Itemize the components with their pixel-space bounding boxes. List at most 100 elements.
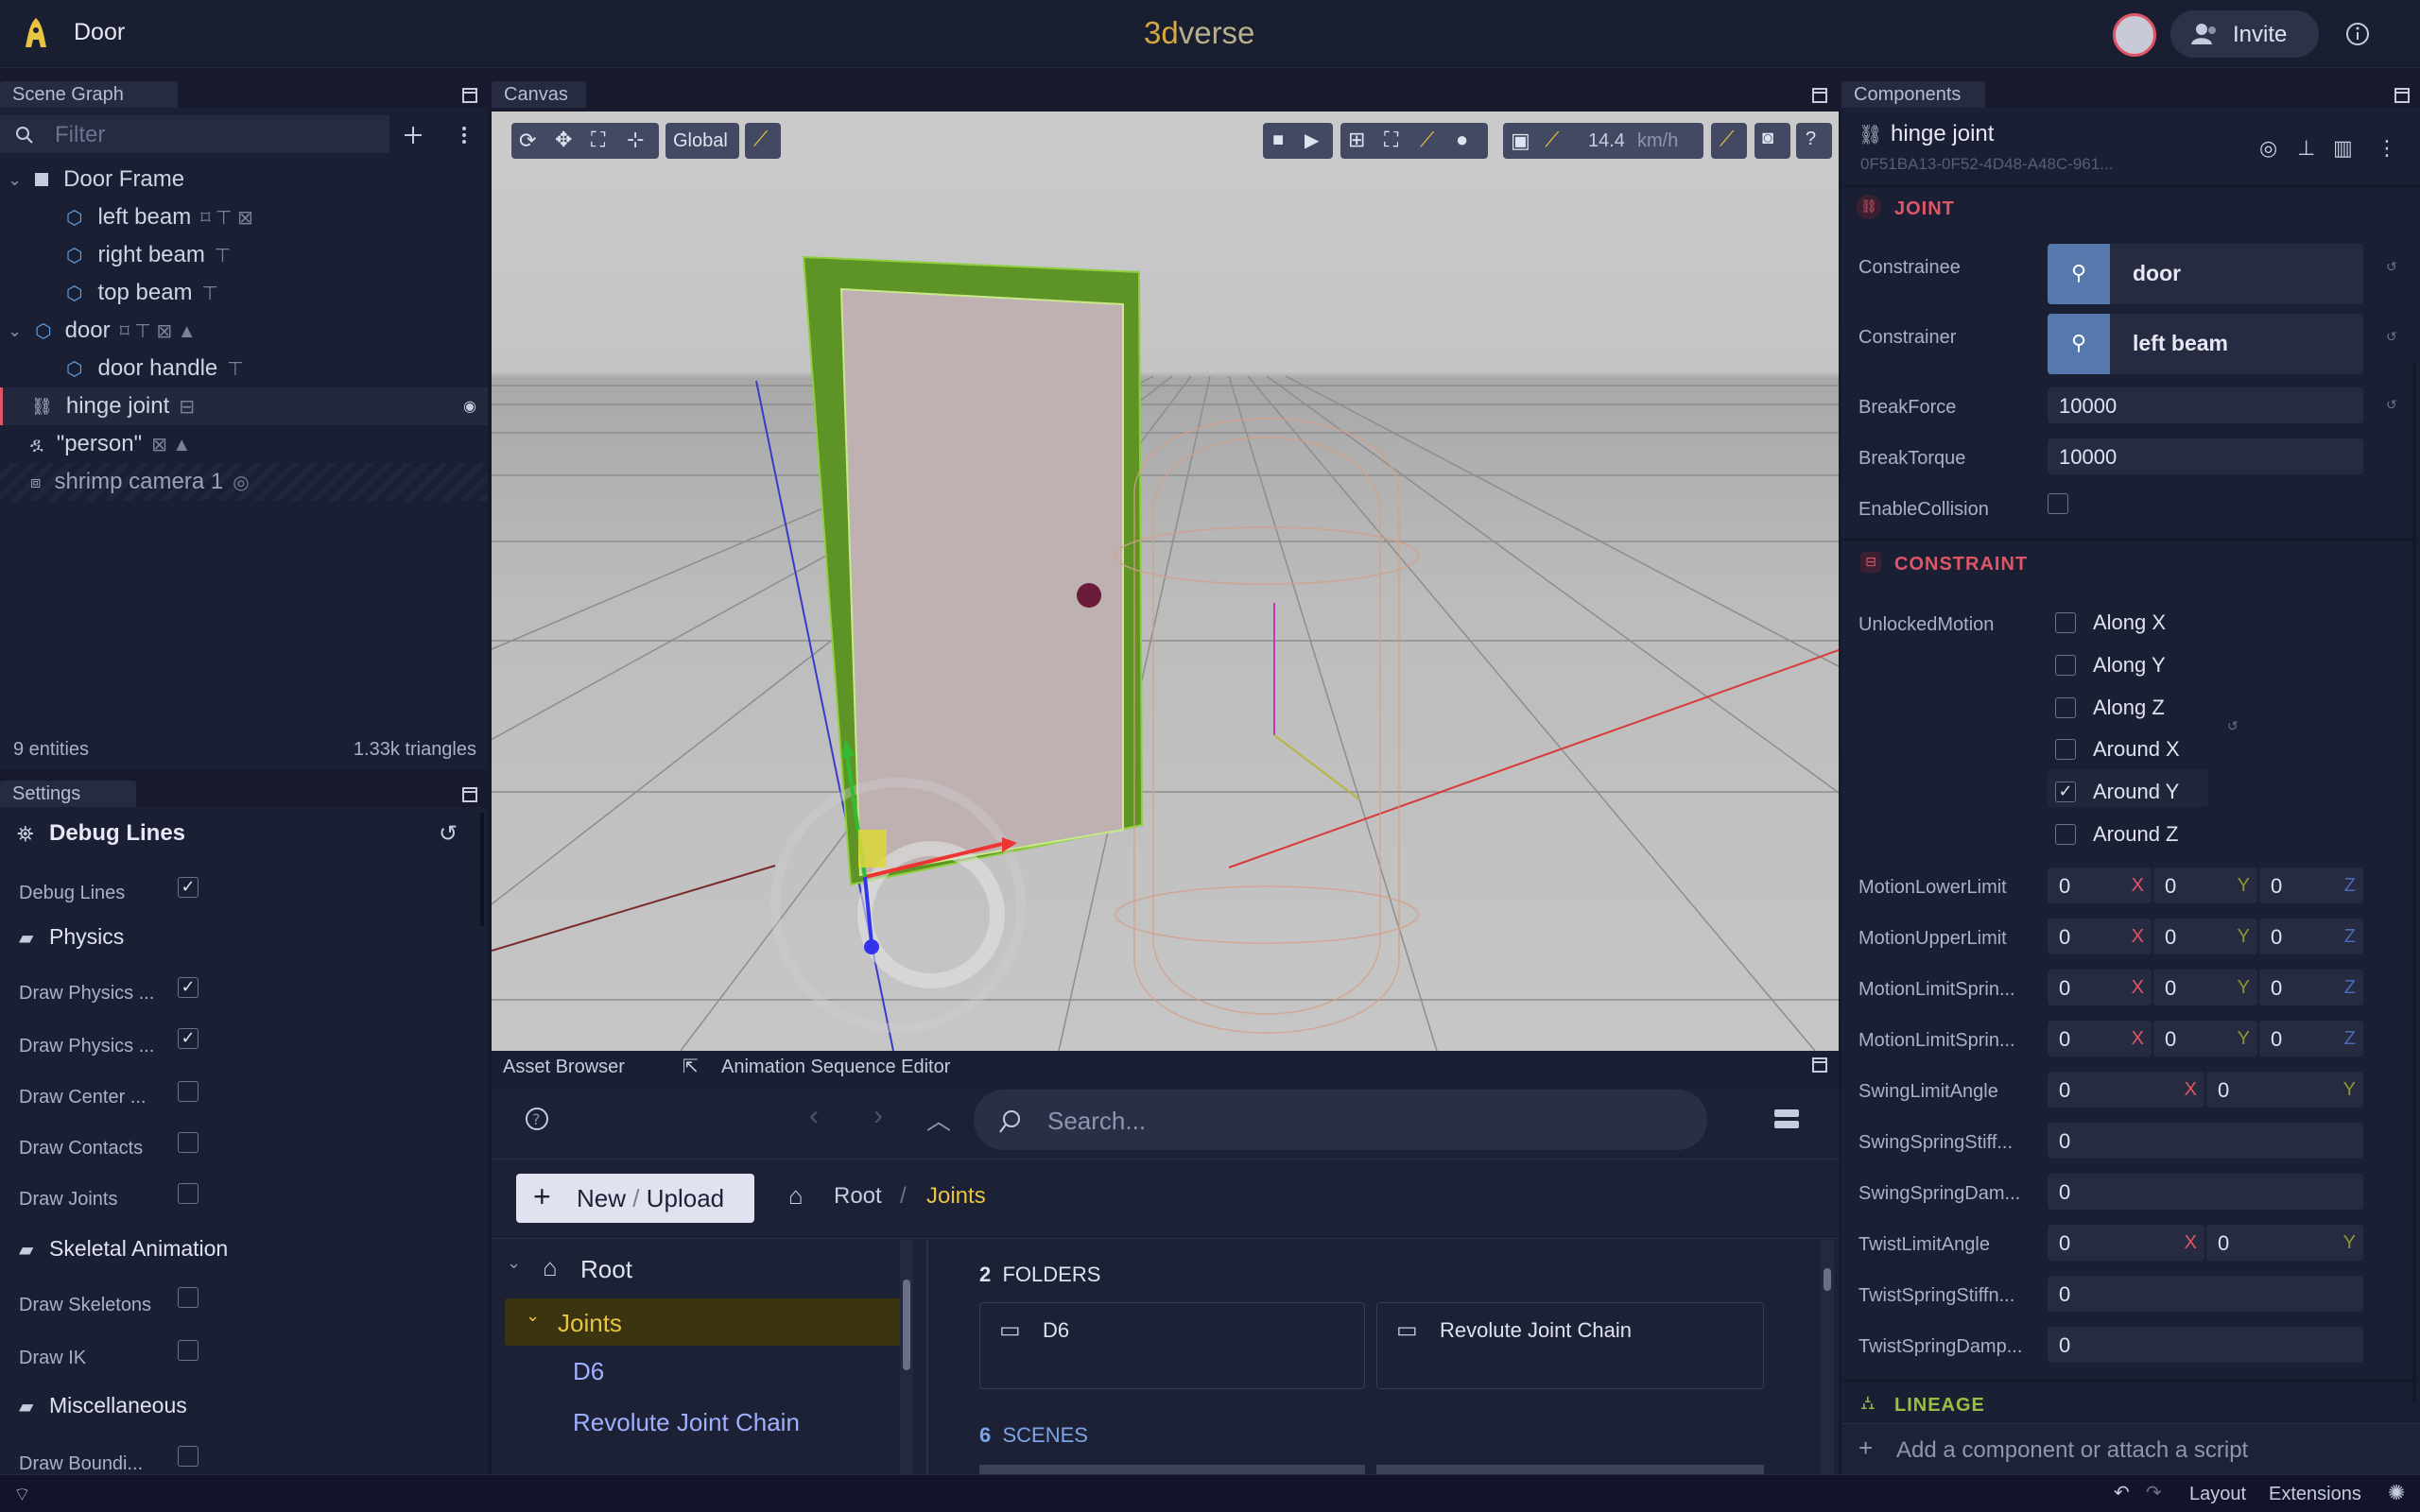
- constrainee-field[interactable]: ⚲ door: [2048, 244, 2363, 304]
- breaktorque-input[interactable]: 10000: [2048, 438, 2363, 474]
- reset-icon[interactable]: ↺: [2386, 329, 2397, 345]
- constraint-section-title[interactable]: CONSTRAINT: [1894, 554, 2028, 576]
- scene-title[interactable]: Door: [74, 19, 125, 46]
- draw-skeletons-checkbox[interactable]: [178, 1287, 199, 1308]
- scrollbar[interactable]: [2412, 363, 2416, 1402]
- around-z-checkbox[interactable]: [2055, 824, 2076, 845]
- tree-item-right-beam[interactable]: ⬡ right beam ⊤: [0, 236, 488, 274]
- folder-tree-revolute[interactable]: Revolute Joint Chain: [573, 1408, 800, 1437]
- up-icon[interactable]: ︿: [926, 1102, 951, 1137]
- tree-item-shrimp-camera[interactable]: ⧈ shrimp camera 1 ◎: [0, 463, 488, 501]
- motion-upper-y[interactable]: 0Y: [2153, 919, 2257, 954]
- tab-asset-browser[interactable]: Asset Browser: [503, 1057, 625, 1078]
- draw-ik-checkbox[interactable]: [178, 1340, 199, 1361]
- around-z-label[interactable]: Around Z: [2093, 822, 2179, 847]
- move-icon[interactable]: ✥: [555, 128, 572, 152]
- layout-menu[interactable]: Layout: [2189, 1484, 2246, 1505]
- forward-icon[interactable]: ›: [873, 1100, 883, 1132]
- more-icon[interactable]: [458, 125, 471, 146]
- around-y-label[interactable]: Around Y: [2093, 780, 2179, 804]
- twist-limit-x[interactable]: 0X: [2048, 1225, 2204, 1261]
- eye-icon[interactable]: ◉: [463, 397, 476, 416]
- viewport-canvas[interactable]: ⟳ ✥ ⛶ ⊹ Global ⟋ ■ ▶ ⊞ ⛶ ⟋ ● ▣ ⟋ 14.4 km…: [492, 112, 1839, 1051]
- tab-canvas[interactable]: Canvas: [492, 81, 586, 108]
- along-x-checkbox[interactable]: [2055, 612, 2076, 633]
- physics-group[interactable]: Physics: [49, 924, 124, 950]
- back-icon[interactable]: ‹: [809, 1100, 819, 1132]
- pin-icon[interactable]: ⊥: [2297, 136, 2315, 161]
- frame-icon[interactable]: ⛶: [1384, 128, 1398, 152]
- constrainer-field[interactable]: ⚲ left beam: [2048, 314, 2363, 374]
- breakforce-input[interactable]: 10000: [2048, 387, 2363, 423]
- along-x-label[interactable]: Along X: [2093, 610, 2166, 635]
- motion-lower-x[interactable]: 0X: [2048, 868, 2152, 903]
- folder-tree-root[interactable]: ⌄ ⌂ Root: [505, 1249, 911, 1287]
- motion-spring2-x[interactable]: 0X: [2048, 1021, 2152, 1057]
- tree-item-top-beam[interactable]: ⬡ top beam ⊤: [0, 274, 488, 312]
- debug-toggle-icon[interactable]: ⟋: [1420, 128, 1434, 152]
- z-arrow-head[interactable]: [864, 939, 879, 954]
- reset-icon[interactable]: ↺: [439, 820, 458, 848]
- asset-search-input[interactable]: Search...: [974, 1090, 1707, 1150]
- reset-icon[interactable]: ↺: [2386, 397, 2397, 413]
- around-x-checkbox[interactable]: [2055, 739, 2076, 760]
- scene-card[interactable]: [979, 1465, 1365, 1474]
- sphere-icon[interactable]: ●: [1456, 128, 1468, 152]
- trash-icon[interactable]: ▥: [2333, 136, 2353, 161]
- swing-limit-x[interactable]: 0X: [2048, 1072, 2204, 1108]
- skeletal-group[interactable]: Skeletal Animation: [49, 1236, 228, 1262]
- tree-item-door-handle[interactable]: ⬡ door handle ⊤: [0, 350, 488, 387]
- along-y-label[interactable]: Along Y: [2093, 653, 2166, 678]
- folder-card-d6[interactable]: ▭ D6: [979, 1302, 1365, 1389]
- invite-button[interactable]: Invite: [2170, 10, 2319, 58]
- scrollbar-thumb[interactable]: [1824, 1268, 1831, 1291]
- draw-bounding-checkbox[interactable]: [178, 1446, 199, 1467]
- debug-lines-checkbox[interactable]: ✓: [178, 877, 199, 898]
- motion-spring1-y[interactable]: 0Y: [2153, 970, 2257, 1005]
- tree-item-left-beam[interactable]: ⬡ left beam ⌑ ⊤ ⊠: [0, 198, 488, 236]
- scrollbar[interactable]: [480, 813, 484, 926]
- plane-handle[interactable]: [858, 830, 887, 868]
- view-toggle-icon[interactable]: [1773, 1108, 1800, 1130]
- help-button[interactable]: ?: [1796, 123, 1832, 159]
- play-icon[interactable]: ▶: [1305, 129, 1319, 152]
- scale-icon[interactable]: ⊹: [627, 128, 644, 152]
- twist-limit-y[interactable]: 0Y: [2206, 1225, 2363, 1261]
- reset-icon[interactable]: ↺: [2227, 718, 2238, 734]
- wireframe-button[interactable]: ⟋: [1711, 123, 1747, 159]
- content-scrollbar[interactable]: [1821, 1240, 1834, 1474]
- motion-spring1-z[interactable]: 0Z: [2259, 970, 2363, 1005]
- tab-settings[interactable]: Settings: [0, 781, 136, 807]
- breadcrumb-current[interactable]: Joints: [926, 1183, 986, 1210]
- twist-damping-input[interactable]: 0: [2048, 1327, 2363, 1363]
- maximize-icon[interactable]: [1811, 87, 1828, 104]
- folder-tree-joints[interactable]: ⌄ Joints: [505, 1298, 911, 1346]
- tab-animation-editor[interactable]: Animation Sequence Editor: [721, 1057, 950, 1078]
- help-circle-icon[interactable]: ?: [524, 1106, 550, 1132]
- motion-spring2-y[interactable]: 0Y: [2153, 1021, 2257, 1057]
- add-component-input[interactable]: + Add a component or attach a script: [1841, 1423, 2420, 1474]
- redo-icon[interactable]: ↷: [2146, 1481, 2162, 1504]
- folder-tree-d6[interactable]: D6: [573, 1357, 604, 1386]
- sync-icon[interactable]: ⟳: [519, 129, 536, 153]
- add-entity-icon[interactable]: [403, 125, 424, 146]
- motion-upper-x[interactable]: 0X: [2048, 919, 2152, 954]
- along-z-label[interactable]: Along Z: [2093, 696, 2165, 720]
- extensions-menu[interactable]: Extensions: [2269, 1484, 2361, 1505]
- rotate-icon[interactable]: ⛶: [591, 128, 605, 152]
- screenshot-button[interactable]: ◙: [1754, 123, 1790, 159]
- folder-card-revolute[interactable]: ▭ Revolute Joint Chain: [1376, 1302, 1764, 1389]
- scrollbar-thumb[interactable]: [903, 1280, 910, 1370]
- info-icon[interactable]: [2344, 21, 2371, 47]
- filter-input[interactable]: Filter: [0, 115, 389, 153]
- target-icon[interactable]: ◎: [2259, 136, 2277, 161]
- swing-damping-input[interactable]: 0: [2048, 1174, 2363, 1210]
- motion-spring1-x[interactable]: 0X: [2048, 970, 2152, 1005]
- speed-value[interactable]: 14.4: [1588, 130, 1625, 152]
- new-upload-button[interactable]: + New / Upload: [516, 1174, 754, 1223]
- maximize-icon[interactable]: [461, 786, 478, 803]
- around-x-label[interactable]: Around X: [2093, 737, 2180, 762]
- maximize-icon[interactable]: [461, 87, 478, 104]
- bug-icon[interactable]: ✺: [2388, 1481, 2405, 1505]
- snap-button[interactable]: ⟋: [745, 123, 781, 159]
